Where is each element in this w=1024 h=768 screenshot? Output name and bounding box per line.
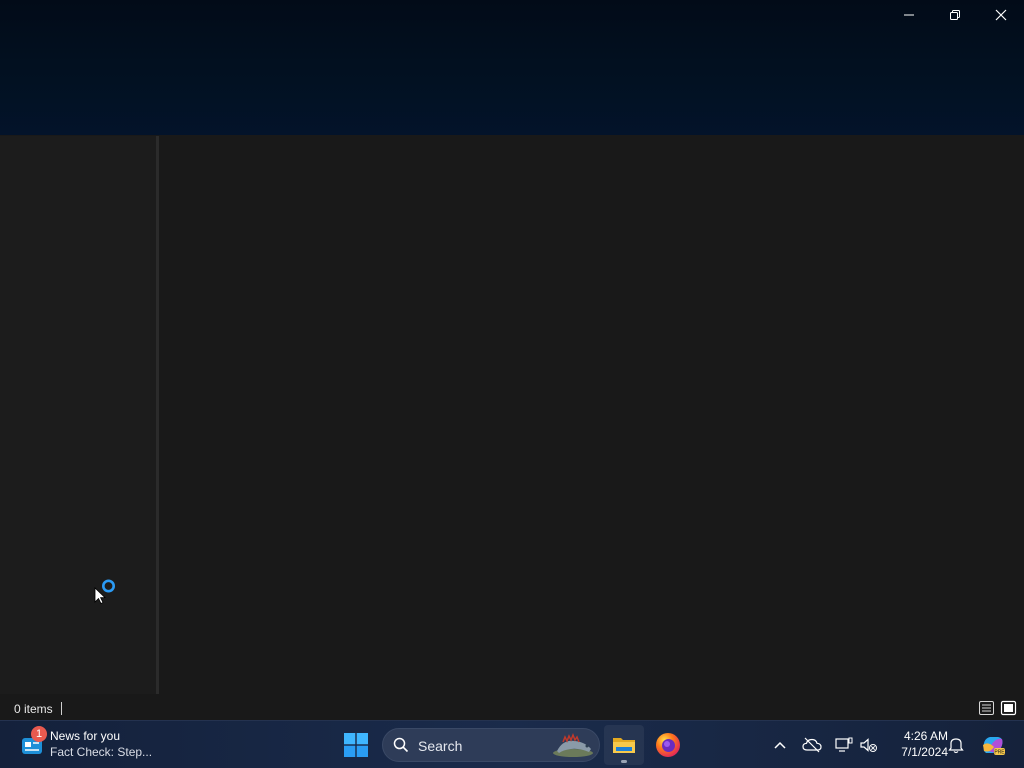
widget-title: News for you bbox=[50, 729, 121, 743]
bell-icon bbox=[948, 738, 964, 754]
large-icons-view-button[interactable] bbox=[1000, 700, 1017, 716]
copilot-button[interactable]: PRE bbox=[980, 733, 1006, 757]
system-clock[interactable]: 4:26 AM 7/1/2024 bbox=[886, 728, 948, 760]
minimize-button[interactable] bbox=[886, 0, 932, 30]
chevron-up-icon bbox=[774, 741, 786, 749]
onedrive-button[interactable] bbox=[800, 733, 824, 757]
widget-headline: Fact Check: Step... bbox=[50, 745, 153, 759]
firefox-icon bbox=[656, 733, 680, 757]
window-controls bbox=[886, 0, 1024, 30]
search-placeholder: Search bbox=[418, 738, 463, 754]
content-pane[interactable] bbox=[159, 136, 1024, 694]
search-highlight-icon bbox=[553, 732, 593, 757]
minimize-icon bbox=[904, 14, 914, 16]
display-icon bbox=[835, 737, 853, 752]
navigation-pane[interactable] bbox=[0, 136, 156, 694]
active-indicator bbox=[621, 760, 627, 763]
notification-badge: 1 bbox=[31, 726, 47, 742]
clock-time: 4:26 AM bbox=[903, 729, 948, 743]
file-explorer-window: 0 items bbox=[0, 0, 1024, 720]
title-bar[interactable] bbox=[0, 0, 1024, 135]
details-view-icon bbox=[979, 701, 994, 715]
item-count: 0 items bbox=[14, 702, 53, 716]
busy-cursor-icon bbox=[94, 578, 118, 605]
copilot-icon: PRE bbox=[983, 737, 1005, 756]
speaker-muted-icon bbox=[860, 738, 877, 752]
status-divider bbox=[61, 702, 62, 715]
notifications-button[interactable] bbox=[944, 733, 968, 757]
details-view-button[interactable] bbox=[978, 700, 995, 716]
taskbar-file-explorer[interactable] bbox=[604, 725, 644, 765]
clock-date: 7/1/2024 bbox=[901, 745, 948, 759]
news-widget[interactable]: 1 News for you Fact Check: Step... bbox=[16, 726, 176, 764]
close-button[interactable] bbox=[978, 0, 1024, 30]
taskbar-search[interactable]: Search bbox=[382, 728, 600, 762]
show-hidden-icons-button[interactable] bbox=[768, 733, 792, 757]
status-bar: 0 items bbox=[0, 697, 1024, 720]
close-icon bbox=[995, 9, 1007, 21]
volume-button[interactable] bbox=[857, 733, 881, 757]
taskbar-firefox[interactable] bbox=[648, 725, 688, 765]
restore-icon bbox=[950, 10, 960, 20]
large-icons-view-icon bbox=[1000, 700, 1017, 716]
taskbar: 1 News for you Fact Check: Step... Searc… bbox=[0, 720, 1024, 768]
svg-text:PRE: PRE bbox=[994, 750, 1005, 756]
start-button[interactable] bbox=[336, 725, 376, 765]
windows-logo-icon bbox=[344, 733, 368, 757]
search-icon bbox=[393, 737, 409, 753]
display-button[interactable] bbox=[832, 733, 856, 757]
cloud-icon bbox=[802, 737, 822, 753]
restore-button[interactable] bbox=[932, 0, 978, 30]
folder-icon bbox=[613, 738, 635, 753]
